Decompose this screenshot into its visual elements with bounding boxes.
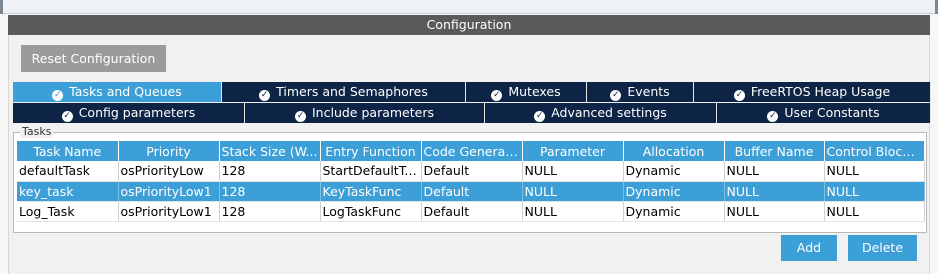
column-header-task-name[interactable]: Task Name xyxy=(17,141,119,161)
configuration-header: Configuration xyxy=(8,15,930,35)
tab-label: Events xyxy=(627,84,670,99)
tab-label: Mutexes xyxy=(508,84,561,99)
reset-configuration-button[interactable]: Reset Configuration xyxy=(21,45,166,72)
tab-label: Advanced settings xyxy=(551,105,667,120)
top-strip xyxy=(0,0,938,14)
cell-allocation: Dynamic xyxy=(623,201,725,222)
tab-advanced-settings[interactable]: ✓ Advanced settings xyxy=(485,103,717,123)
tab-freertos-heap-usage[interactable]: ✓ FreeRTOS Heap Usage xyxy=(694,82,931,102)
cell-control-block: NULL xyxy=(824,161,925,182)
check-circle-icon: ✓ xyxy=(259,90,271,101)
tab-label: Timers and Semaphores xyxy=(276,84,428,99)
cell-buffer-name: NULL xyxy=(724,181,825,202)
cell-parameter: NULL xyxy=(522,181,624,202)
tab-events[interactable]: ✓ Events xyxy=(587,82,694,102)
configuration-panel: Reset Configuration ✓ Tasks and Queues ✓ T… xyxy=(8,35,931,274)
column-header-code-generation[interactable]: Code Generati... xyxy=(421,141,523,161)
table-row[interactable]: Log_Task osPriorityLow1 128 LogTaskFunc … xyxy=(17,201,925,222)
column-header-allocation[interactable]: Allocation xyxy=(623,141,725,161)
cell-stack-size: 128 xyxy=(219,161,321,182)
cell-entry-function: KeyTaskFunc xyxy=(320,181,422,202)
cell-code-generation: Default xyxy=(421,181,523,202)
cell-entry-function: LogTaskFunc xyxy=(320,201,422,222)
top-strip-marker xyxy=(0,0,3,14)
tab-mutexes[interactable]: ✓ Mutexes xyxy=(466,82,587,102)
tab-row-1: ✓ Tasks and Queues ✓ Timers and Semaphores… xyxy=(13,82,931,102)
table-header-row: Task Name Priority Stack Size (W... Entr… xyxy=(17,141,925,161)
check-circle-icon: ✓ xyxy=(534,111,546,122)
check-circle-icon: ✓ xyxy=(61,111,73,122)
column-header-buffer-name[interactable]: Buffer Name xyxy=(724,141,825,161)
delete-task-button[interactable]: Delete xyxy=(848,235,917,261)
tab-include-parameters[interactable]: ✓ Include parameters xyxy=(245,103,485,123)
tab-row-2: ✓ Config parameters ✓ Include parameters ✓… xyxy=(13,103,931,123)
cell-code-generation: Default xyxy=(421,201,523,222)
check-circle-icon: ✓ xyxy=(610,90,622,101)
cell-task-name: key_task xyxy=(17,181,119,202)
cell-stack-size: 128 xyxy=(219,181,321,202)
column-header-stack-size[interactable]: Stack Size (W... xyxy=(219,141,321,161)
cell-allocation: Dynamic xyxy=(623,161,725,182)
tasks-group: Tasks Task Name Priority Stack Size (W..… xyxy=(13,126,927,233)
cell-control-block: NULL xyxy=(824,201,925,222)
check-circle-icon: ✓ xyxy=(767,111,779,122)
tab-label: Include parameters xyxy=(312,105,434,120)
cell-task-name: defaultTask xyxy=(17,161,119,182)
check-circle-icon: ✓ xyxy=(52,90,64,101)
column-header-parameter[interactable]: Parameter xyxy=(522,141,624,161)
tasks-table: Task Name Priority Stack Size (W... Entr… xyxy=(17,141,925,222)
cell-buffer-name: NULL xyxy=(724,161,825,182)
cell-code-generation: Default xyxy=(421,161,523,182)
column-header-entry-function[interactable]: Entry Function xyxy=(320,141,422,161)
cell-priority: osPriorityLow1 xyxy=(118,201,220,222)
table-row[interactable]: defaultTask osPriorityLow 128 StartDefau… xyxy=(17,161,925,182)
tab-label: Config parameters xyxy=(78,105,196,120)
tab-user-constants[interactable]: ✓ User Constants xyxy=(717,103,931,123)
tab-label: Tasks and Queues xyxy=(69,84,182,99)
cell-buffer-name: NULL xyxy=(724,201,825,222)
tab-tasks-and-queues[interactable]: ✓ Tasks and Queues xyxy=(13,82,222,102)
tasks-group-legend: Tasks xyxy=(20,125,54,138)
configuration-window: Configuration Reset Configuration ✓ Tasks… xyxy=(0,0,938,274)
column-header-priority[interactable]: Priority xyxy=(118,141,220,161)
check-circle-icon: ✓ xyxy=(491,90,503,101)
cell-allocation: Dynamic xyxy=(623,181,725,202)
column-header-control-block[interactable]: Control Block ... xyxy=(824,141,925,161)
add-task-button[interactable]: Add xyxy=(781,235,837,261)
cell-parameter: NULL xyxy=(522,161,624,182)
table-row[interactable]: key_task osPriorityLow1 128 KeyTaskFunc … xyxy=(17,181,925,202)
check-circle-icon: ✓ xyxy=(295,111,306,122)
cell-entry-function: StartDefaultTask xyxy=(320,161,422,182)
cell-parameter: NULL xyxy=(522,201,624,222)
cell-task-name: Log_Task xyxy=(17,201,119,222)
tab-timers-and-semaphores[interactable]: ✓ Timers and Semaphores xyxy=(222,82,466,102)
cell-priority: osPriorityLow1 xyxy=(118,181,220,202)
tab-label: FreeRTOS Heap Usage xyxy=(750,84,891,99)
check-circle-icon: ✓ xyxy=(733,90,745,101)
tab-label: User Constants xyxy=(784,105,880,120)
cell-stack-size: 128 xyxy=(219,201,321,222)
cell-priority: osPriorityLow xyxy=(118,161,220,182)
tab-config-parameters[interactable]: ✓ Config parameters xyxy=(13,103,245,123)
cell-control-block: NULL xyxy=(824,181,925,202)
